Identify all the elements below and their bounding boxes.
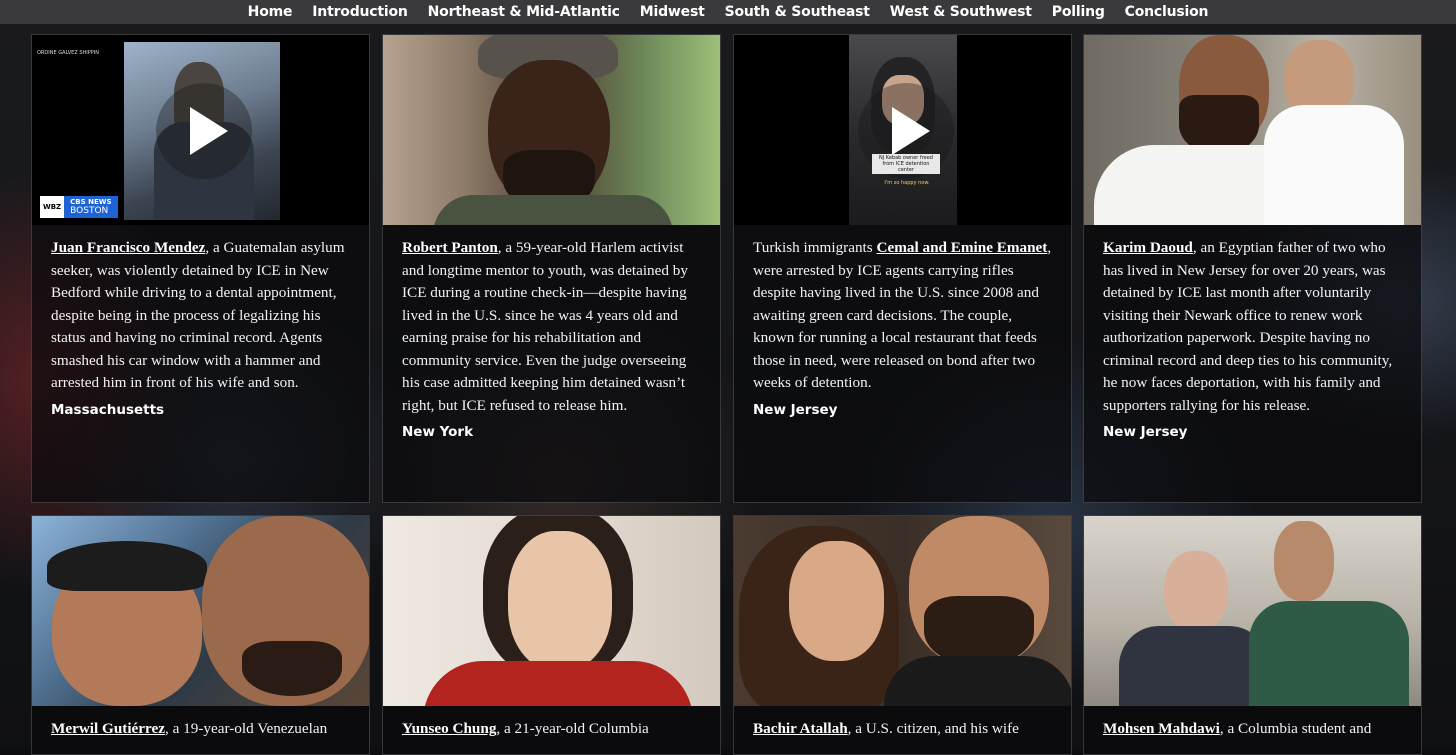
story-card-juan-mendez: ORDINE GALVEZ SHIPPIN WBZ CBS NEWS BOSTO… xyxy=(31,34,370,503)
person-name-link[interactable]: Karim Daoud xyxy=(1103,239,1193,256)
top-nav: Home Introduction Northeast & Mid-Atlant… xyxy=(0,0,1456,24)
video-caption-box: NJ Kebab owner freed from ICE detention … xyxy=(872,154,940,174)
story-card-mohsen-mahdawi: Mohsen Mahdawi, a Columbia student and xyxy=(1083,515,1422,755)
portrait-photo xyxy=(734,516,1071,706)
story-card-yunseo-chung: Yunseo Chung, a 21-year-old Columbia xyxy=(382,515,721,755)
nav-polling[interactable]: Polling xyxy=(1052,4,1105,20)
nav-introduction[interactable]: Introduction xyxy=(312,4,408,20)
story-card-karim-daoud: Karim Daoud, an Egyptian father of two w… xyxy=(1083,34,1422,503)
video-player[interactable]: NJ Kebab owner freed from ICE detention … xyxy=(734,35,1071,225)
story-text: Karim Daoud, an Egyptian father of two w… xyxy=(1103,239,1393,414)
story-card-emanet: NJ Kebab owner freed from ICE detention … xyxy=(733,34,1072,503)
person-name-link[interactable]: Robert Panton xyxy=(402,239,498,256)
story-text: Robert Panton, a 59-year-old Harlem acti… xyxy=(402,239,688,414)
story-card-bachir-atallah: Bachir Atallah, a U.S. citizen, and his … xyxy=(733,515,1072,755)
portrait-photo xyxy=(32,516,369,706)
person-name-link[interactable]: Bachir Atallah xyxy=(753,720,848,737)
cbs-news-boston-badge: WBZ CBS NEWS BOSTON xyxy=(40,196,118,218)
nav-south-southeast[interactable]: South & Southeast xyxy=(725,4,870,20)
wbz-logo: WBZ xyxy=(40,196,65,218)
story-text: Turkish immigrants Cemal and Emine Emane… xyxy=(753,239,1052,391)
person-name-link[interactable]: Yunseo Chung xyxy=(402,720,496,737)
story-text: Bachir Atallah, a U.S. citizen, and his … xyxy=(753,720,1019,737)
story-card-robert-panton: Robert Panton, a 59-year-old Harlem acti… xyxy=(382,34,721,503)
state-label: New Jersey xyxy=(1103,424,1188,440)
story-text: Mohsen Mahdawi, a Columbia student and xyxy=(1103,720,1372,737)
person-name-link[interactable]: Merwil Gutiérrez xyxy=(51,720,165,737)
video-caption: ORDINE GALVEZ SHIPPIN xyxy=(37,50,100,56)
person-name-link[interactable]: Mohsen Mahdawi xyxy=(1103,720,1220,737)
nav-midwest[interactable]: Midwest xyxy=(640,4,705,20)
nav-home[interactable]: Home xyxy=(248,4,293,20)
play-icon[interactable] xyxy=(156,83,252,179)
story-card-merwil-gutierrez: Merwil Gutiérrez, a 19-year-old Venezuel… xyxy=(31,515,370,755)
portrait-photo xyxy=(1084,516,1421,706)
story-text: Juan Francisco Mendez, a Guatemalan asyl… xyxy=(51,239,345,391)
video-player[interactable]: ORDINE GALVEZ SHIPPIN WBZ CBS NEWS BOSTO… xyxy=(32,35,369,225)
state-label: Massachusetts xyxy=(51,401,165,418)
portrait-photo xyxy=(383,516,720,706)
person-name-link[interactable]: Juan Francisco Mendez xyxy=(51,239,205,256)
portrait-photo xyxy=(383,35,720,225)
story-text: Merwil Gutiérrez, a 19-year-old Venezuel… xyxy=(51,720,328,737)
story-text: Yunseo Chung, a 21-year-old Columbia xyxy=(402,720,649,737)
video-subtitle: I'm so happy now. xyxy=(884,180,930,186)
person-name-link[interactable]: Cemal and Emine Emanet xyxy=(877,239,1048,256)
nav-northeast-mid-atlantic[interactable]: Northeast & Mid-Atlantic xyxy=(428,4,620,20)
state-label: New Jersey xyxy=(753,401,838,418)
nav-conclusion[interactable]: Conclusion xyxy=(1125,4,1209,20)
state-label: New York xyxy=(402,424,474,440)
boston-label: BOSTON xyxy=(70,206,109,216)
portrait-photo xyxy=(1084,35,1421,225)
nav-west-southwest[interactable]: West & Southwest xyxy=(890,4,1032,20)
